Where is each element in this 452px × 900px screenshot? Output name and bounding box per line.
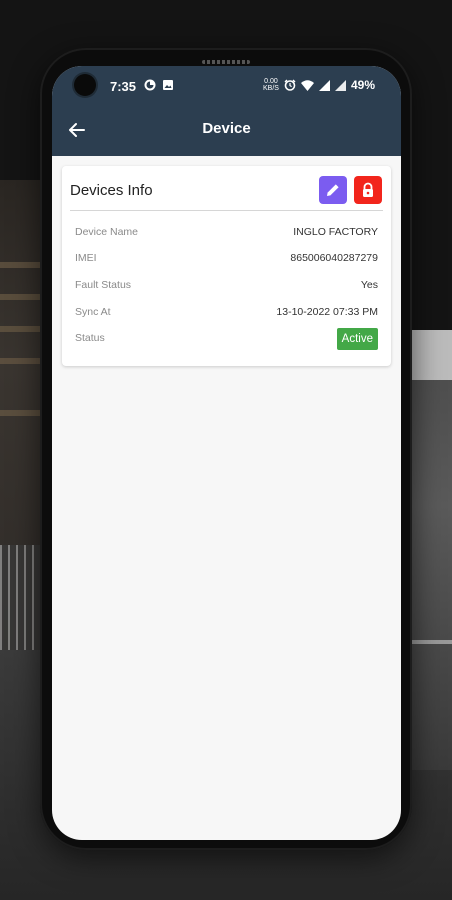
- alarm-icon: [284, 79, 296, 91]
- signal-icon: [318, 79, 330, 91]
- sync-icon: [144, 79, 156, 91]
- device-info-card: Devices Info Device Name INGLO FACTORY I…: [62, 166, 391, 366]
- camera-cutout: [74, 74, 96, 96]
- device-name-value: INGLO FACTORY: [293, 226, 378, 238]
- phone-speaker: [202, 60, 250, 64]
- status-label: Status: [75, 332, 105, 344]
- fault-status-row: Fault Status Yes: [75, 279, 378, 299]
- sync-at-value: 13-10-2022 07:33 PM: [276, 306, 378, 318]
- network-speed-value: 0.00: [264, 78, 278, 85]
- wifi-icon: [300, 79, 314, 91]
- battery-percent: 49%: [350, 78, 375, 92]
- sync-at-row: Sync At 13-10-2022 07:33 PM: [75, 306, 378, 326]
- edit-button[interactable]: [319, 176, 347, 204]
- signal-icon: [334, 79, 346, 91]
- status-indicators: 0.00 KB/S 49%: [263, 78, 375, 92]
- network-speed: 0.00 KB/S: [263, 78, 279, 92]
- card-title: Devices Info: [70, 182, 153, 199]
- imei-value: 865006040287279: [290, 252, 378, 264]
- status-badge: Active: [336, 328, 378, 350]
- imei-label: IMEI: [75, 252, 97, 264]
- image-icon: [163, 80, 173, 90]
- pencil-icon: [327, 184, 339, 196]
- sync-at-label: Sync At: [75, 306, 111, 318]
- fault-status-value: Yes: [360, 279, 378, 291]
- status-bar: 7:35 0.00 KB/S 49%: [52, 66, 401, 110]
- card-header: Devices Info: [70, 166, 383, 211]
- lock-button[interactable]: [354, 176, 382, 204]
- status-time: 7:35: [110, 79, 137, 94]
- device-screen: 7:35 0.00 KB/S 49% Device Devices Info D…: [52, 66, 401, 840]
- device-name-label: Device Name: [75, 226, 139, 238]
- title-row: Device: [52, 110, 401, 150]
- imei-row: IMEI 865006040287279: [75, 252, 378, 272]
- page-title: Device: [202, 120, 251, 137]
- network-speed-unit: KB/S: [263, 85, 279, 92]
- app-bar: 7:35 0.00 KB/S 49% Device: [52, 66, 401, 156]
- status-row: Status Active: [75, 328, 378, 352]
- fault-status-label: Fault Status: [75, 279, 132, 291]
- lock-icon: [363, 182, 373, 197]
- device-name-row: Device Name INGLO FACTORY: [75, 226, 378, 246]
